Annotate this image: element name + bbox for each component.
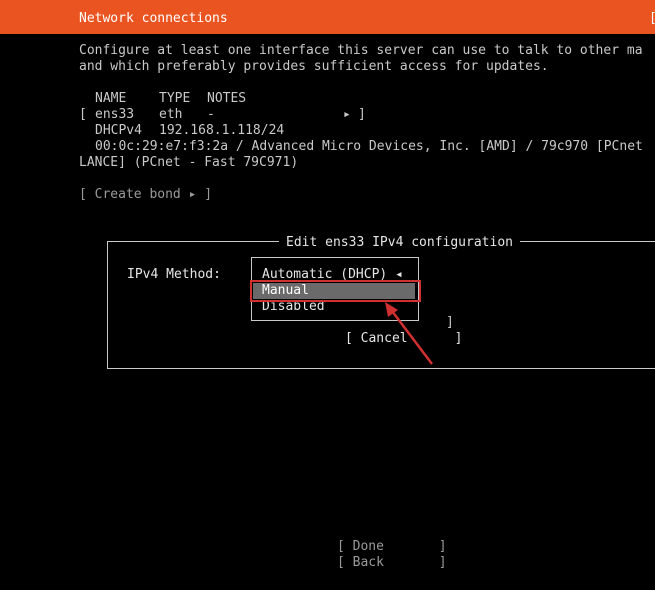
done-button[interactable]: [ Done ] [337,539,447,555]
back-button[interactable]: [ Back ] [337,555,447,571]
callout-arrow-icon [385,302,433,365]
